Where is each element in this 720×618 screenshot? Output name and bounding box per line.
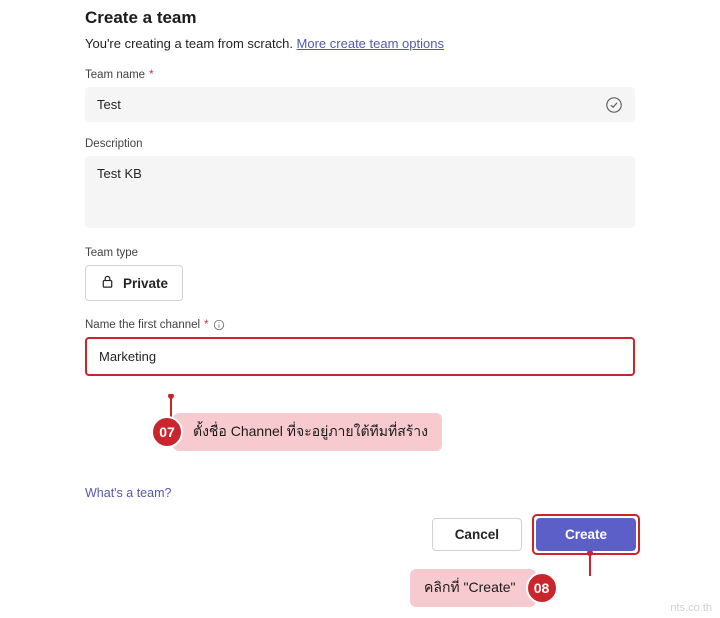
- info-icon[interactable]: [213, 319, 225, 331]
- lock-icon: [100, 274, 115, 292]
- annotation-step-08: คลิกที่ "Create" 08: [410, 569, 558, 607]
- step-badge: 08: [526, 572, 558, 604]
- page-title: Create a team: [85, 8, 635, 28]
- subtitle: You're creating a team from scratch. Mor…: [85, 36, 635, 51]
- channel-name-input[interactable]: [87, 339, 633, 374]
- team-name-input[interactable]: [85, 87, 635, 122]
- cancel-button[interactable]: Cancel: [432, 518, 522, 551]
- annotation-connector: [586, 551, 606, 581]
- subtitle-text: You're creating a team from scratch.: [85, 36, 297, 51]
- more-options-link[interactable]: More create team options: [297, 36, 444, 51]
- description-label: Description: [85, 138, 635, 150]
- watermark: nts.co.th: [670, 602, 712, 614]
- annotation-text: ตั้งชื่อ Channel ที่จะอยู่ภายใต้ทีมที่สร…: [173, 413, 442, 451]
- annotation-step-07: 07 ตั้งชื่อ Channel ที่จะอยู่ภายใต้ทีมที…: [151, 413, 442, 451]
- team-type-value: Private: [123, 276, 168, 291]
- channel-highlight-box: [85, 337, 635, 376]
- description-input[interactable]: Test KB: [85, 156, 635, 228]
- required-asterisk: *: [204, 319, 208, 331]
- annotation-text: คลิกที่ "Create": [410, 569, 536, 607]
- team-type-button[interactable]: Private: [85, 265, 183, 301]
- create-highlight-box: Create: [532, 514, 640, 555]
- create-button[interactable]: Create: [536, 518, 636, 551]
- checkmark-circle-icon: [605, 96, 623, 114]
- step-badge: 07: [151, 416, 183, 448]
- required-asterisk: *: [149, 69, 153, 81]
- team-name-label: Team name *: [85, 69, 635, 81]
- team-type-label: Team type: [85, 247, 635, 259]
- whats-a-team-link[interactable]: What's a team?: [85, 486, 171, 500]
- channel-label: Name the first channel *: [85, 319, 635, 331]
